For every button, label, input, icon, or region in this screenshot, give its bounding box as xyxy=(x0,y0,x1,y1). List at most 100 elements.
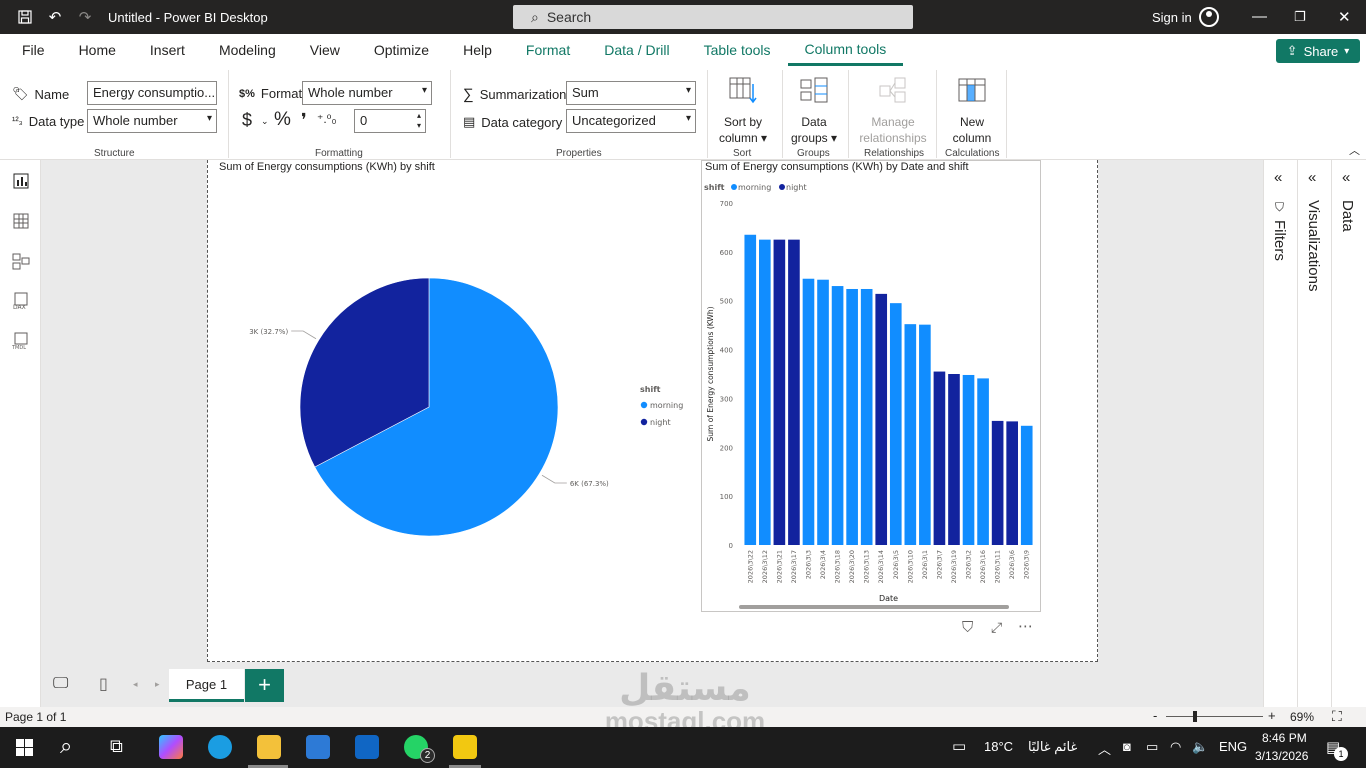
task-view-icon[interactable]: ⧉ xyxy=(110,736,123,757)
y-tick-label: 500 xyxy=(720,298,733,306)
expand-visualizations-icon[interactable]: « xyxy=(1308,169,1316,186)
language-indicator[interactable]: ENG xyxy=(1219,739,1247,754)
signin-link[interactable]: Sign in xyxy=(1152,10,1192,25)
tmdl-view-icon[interactable]: TMDL xyxy=(12,332,30,350)
pie-chart[interactable]: 6K (67.3%) 3K (32.7%) shift morning night xyxy=(212,180,692,580)
copilot-icon[interactable] xyxy=(159,735,183,759)
outlook-icon[interactable] xyxy=(355,735,379,759)
report-view-icon[interactable] xyxy=(12,172,30,190)
more-options-icon[interactable]: ⋯ xyxy=(1018,617,1033,635)
y-tick-label: 300 xyxy=(720,395,733,403)
y-tick-label: 400 xyxy=(720,347,733,355)
maximize-icon[interactable]: ❐ xyxy=(1294,9,1306,25)
volume-icon[interactable]: 🔈 xyxy=(1192,739,1208,755)
share-button[interactable]: ⇪ Share ▾ xyxy=(1276,39,1360,63)
undo-icon[interactable]: ↶ xyxy=(40,0,70,34)
tab-insert[interactable]: Insert xyxy=(133,34,202,66)
data-category-select[interactable]: Uncategorized ▾ xyxy=(566,109,696,133)
clock-time[interactable]: 8:46 PM xyxy=(1262,731,1307,745)
wifi-icon[interactable]: ◠ xyxy=(1170,739,1181,755)
manage-relationships-button[interactable]: Manage relationships xyxy=(854,76,932,146)
bar-legend-label-morning: morning xyxy=(738,183,771,192)
focus-mode-icon[interactable]: ⤢ xyxy=(991,619,1002,636)
close-icon[interactable]: ✕ xyxy=(1338,8,1351,26)
model-view-icon[interactable] xyxy=(12,252,30,270)
summarization-select[interactable]: Sum ▾ xyxy=(566,81,696,105)
clock-date[interactable]: 3/13/2026 xyxy=(1255,749,1308,763)
filter-icon[interactable]: ⛉ xyxy=(962,619,973,636)
tab-optimize[interactable]: Optimize xyxy=(357,34,446,66)
tab-help[interactable]: Help xyxy=(446,34,509,66)
visualizations-pane[interactable]: « Visualizations xyxy=(1297,160,1331,707)
mobile-layout-icon[interactable]: ▯ xyxy=(99,674,108,694)
next-page-icon[interactable]: ▸ xyxy=(155,679,160,690)
expand-data-icon[interactable]: « xyxy=(1342,169,1350,186)
weather-icon[interactable]: ▭ xyxy=(952,737,966,755)
x-tick-label: 2026\3\10 xyxy=(906,550,914,583)
datatype-label: ¹²₃ Data type xyxy=(12,114,85,129)
bar-morning xyxy=(817,279,829,545)
chevron-up-icon[interactable]: ︿ xyxy=(1098,739,1111,758)
x-tick-label: 2026\3\11 xyxy=(994,550,1002,583)
prev-page-icon[interactable]: ◂ xyxy=(133,679,138,690)
collapse-ribbon-icon[interactable]: ︿ xyxy=(1349,142,1360,158)
tab-file[interactable]: File xyxy=(0,34,62,66)
table-view-icon[interactable] xyxy=(12,212,30,230)
save-icon[interactable] xyxy=(10,0,40,34)
tab-column-tools[interactable]: Column tools xyxy=(787,34,904,66)
name-field[interactable]: Energy consumptio... xyxy=(87,81,217,105)
edge-icon[interactable] xyxy=(208,735,232,759)
datatype-select[interactable]: Whole number ▾ xyxy=(87,109,217,133)
zoom-slider[interactable] xyxy=(1166,716,1263,717)
tab-home[interactable]: Home xyxy=(62,34,133,66)
decimal-places-icon[interactable]: ⁺.⁰₀ xyxy=(317,112,336,126)
store-icon[interactable] xyxy=(306,735,330,759)
add-page-button[interactable]: + xyxy=(245,669,284,702)
fit-to-page-icon[interactable]: ⛶ xyxy=(1332,708,1342,725)
battery-icon[interactable]: ▭ xyxy=(1146,739,1158,755)
search-box[interactable]: ⌕ Search xyxy=(513,5,913,29)
redo-icon[interactable]: ↷ xyxy=(70,0,100,34)
tab-table-tools[interactable]: Table tools xyxy=(687,34,788,66)
tab-modeling[interactable]: Modeling xyxy=(202,34,293,66)
tab-data-drill[interactable]: Data / Drill xyxy=(587,34,686,66)
percent-button[interactable]: % xyxy=(274,109,291,131)
file-explorer-icon[interactable] xyxy=(257,735,281,759)
desktop-layout-icon[interactable]: 🖵 xyxy=(53,675,68,693)
bar-chart[interactable]: shift morning night 0 100 200 300 400 500 600 700 S… xyxy=(701,176,1041,612)
format-select[interactable]: Whole number ▾ xyxy=(302,81,432,105)
windows-start-icon[interactable] xyxy=(16,739,33,756)
data-groups-button[interactable]: Data groups ▾ xyxy=(786,76,842,146)
x-tick-label: 2026\3\5 xyxy=(892,550,900,579)
decimal-places-stepper[interactable]: 0 ▴ ▾ xyxy=(354,109,426,133)
group-label-formatting: Formatting xyxy=(315,148,363,159)
group-label-structure: Structure xyxy=(94,148,135,159)
page-tab[interactable]: Page 1 xyxy=(169,669,244,702)
tab-format[interactable]: Format xyxy=(509,34,587,66)
bar-night xyxy=(1006,421,1018,545)
bar-morning xyxy=(831,286,844,545)
data-pane[interactable]: « Data xyxy=(1331,160,1366,707)
temperature[interactable]: 18°C xyxy=(984,739,1013,754)
power-bi-icon[interactable] xyxy=(453,735,477,759)
comma-button[interactable]: ❜ xyxy=(301,110,307,131)
new-column-button[interactable]: New column xyxy=(944,76,1000,146)
sort-by-column-button[interactable]: Sort by column ▾ xyxy=(716,76,770,146)
tab-view[interactable]: View xyxy=(293,34,357,66)
zoom-slider-thumb[interactable] xyxy=(1193,711,1197,722)
zoom-in-button[interactable]: + xyxy=(1268,708,1276,723)
zoom-out-button[interactable]: - xyxy=(1153,708,1157,723)
dax-query-view-icon[interactable]: DAX xyxy=(12,292,30,310)
taskbar-search-icon[interactable]: ⌕ xyxy=(60,733,72,759)
minimize-icon[interactable]: — xyxy=(1252,8,1267,25)
user-avatar-icon[interactable] xyxy=(1199,7,1219,27)
expand-filters-icon[interactable]: « xyxy=(1274,169,1282,186)
pie-leader-line xyxy=(291,330,317,340)
group-label-properties: Properties xyxy=(556,148,602,159)
weather-status[interactable]: غائم غالبًا xyxy=(1028,739,1077,755)
chevron-down-icon[interactable]: ⌄ xyxy=(261,116,269,127)
camera-icon[interactable]: ◙ xyxy=(1123,739,1131,754)
stepper-arrows-icon[interactable]: ▴ ▾ xyxy=(417,111,421,131)
currency-button[interactable]: $ xyxy=(242,110,252,131)
filters-pane[interactable]: « ⛉ Filters xyxy=(1263,160,1297,707)
